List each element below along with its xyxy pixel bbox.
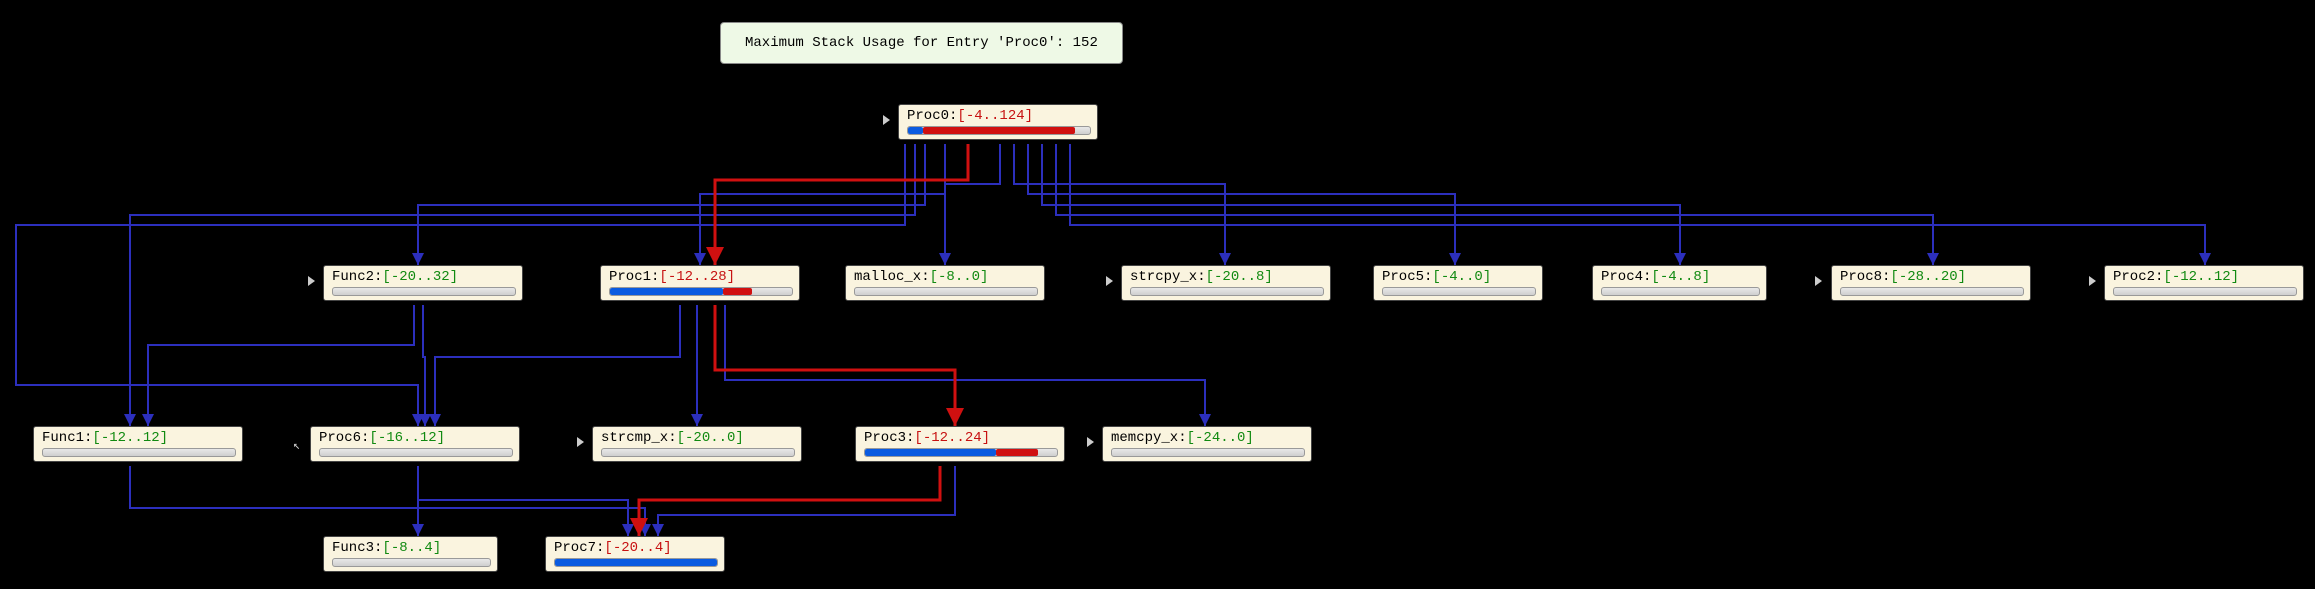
usage-bar bbox=[2113, 287, 2297, 296]
node-range: [-12..24] bbox=[914, 430, 990, 446]
node-label: Proc8: bbox=[1840, 269, 1890, 285]
node-range: [-12..12] bbox=[92, 430, 168, 446]
node-label: Proc0: bbox=[907, 108, 957, 124]
expand-triangle-icon[interactable] bbox=[1106, 276, 1113, 286]
node-label: malloc_x: bbox=[854, 269, 930, 285]
expand-triangle-icon[interactable] bbox=[2089, 276, 2096, 286]
node-func1[interactable]: Func1: [-12..12] bbox=[33, 426, 243, 462]
diagram-canvas: Maximum Stack Usage for Entry 'Proc0': 1… bbox=[0, 0, 2315, 589]
node-label: Proc3: bbox=[864, 430, 914, 446]
node-func3[interactable]: Func3: [-8..4] bbox=[323, 536, 498, 572]
node-range: [-4..0] bbox=[1432, 269, 1491, 285]
node-strcpy_x[interactable]: strcpy_x: [-20..8] bbox=[1121, 265, 1331, 301]
node-range: [-24..0] bbox=[1187, 430, 1254, 446]
node-label: strcmp_x: bbox=[601, 430, 677, 446]
node-proc4[interactable]: Proc4: [-4..8] bbox=[1592, 265, 1767, 301]
node-label: Func3: bbox=[332, 540, 382, 556]
node-proc0[interactable]: Proc0: [-4..124] bbox=[898, 104, 1098, 140]
usage-bar bbox=[907, 126, 1091, 135]
node-label: Proc2: bbox=[2113, 269, 2163, 285]
node-proc7[interactable]: Proc7: [-20..4] bbox=[545, 536, 725, 572]
node-proc3[interactable]: Proc3: [-12..24] bbox=[855, 426, 1065, 462]
node-func2[interactable]: Func2: [-20..32] bbox=[323, 265, 523, 301]
usage-bar bbox=[1130, 287, 1324, 296]
node-label: Proc7: bbox=[554, 540, 604, 556]
usage-bar bbox=[1840, 287, 2024, 296]
node-range: [-20..0] bbox=[677, 430, 744, 446]
cursor-icon: ↖ bbox=[293, 438, 300, 453]
node-range: [-16..12] bbox=[369, 430, 445, 446]
node-memcpy_x[interactable]: memcpy_x: [-24..0] bbox=[1102, 426, 1312, 462]
usage-bar bbox=[554, 558, 718, 567]
usage-bar bbox=[1111, 448, 1305, 457]
expand-triangle-icon[interactable] bbox=[577, 437, 584, 447]
node-label: Proc6: bbox=[319, 430, 369, 446]
node-label: Func1: bbox=[42, 430, 92, 446]
title-box: Maximum Stack Usage for Entry 'Proc0': 1… bbox=[720, 22, 1123, 64]
usage-bar bbox=[332, 558, 491, 567]
node-range: [-20..8] bbox=[1206, 269, 1273, 285]
title-text: Maximum Stack Usage for Entry 'Proc0': 1… bbox=[745, 35, 1098, 51]
node-range: [-20..4] bbox=[604, 540, 671, 556]
node-range: [-20..32] bbox=[382, 269, 458, 285]
node-proc6[interactable]: Proc6: [-16..12] bbox=[310, 426, 520, 462]
node-proc2[interactable]: Proc2: [-12..12] bbox=[2104, 265, 2304, 301]
node-label: Proc4: bbox=[1601, 269, 1651, 285]
node-malloc_x[interactable]: malloc_x: [-8..0] bbox=[845, 265, 1045, 301]
node-range: [-12..28] bbox=[659, 269, 735, 285]
usage-bar bbox=[609, 287, 793, 296]
node-proc1[interactable]: Proc1: [-12..28] bbox=[600, 265, 800, 301]
node-range: [-4..124] bbox=[957, 108, 1033, 124]
node-proc8[interactable]: Proc8: [-28..20] bbox=[1831, 265, 2031, 301]
node-range: [-4..8] bbox=[1651, 269, 1710, 285]
expand-triangle-icon[interactable] bbox=[1815, 276, 1822, 286]
usage-bar bbox=[319, 448, 513, 457]
node-range: [-8..0] bbox=[930, 269, 989, 285]
node-range: [-12..12] bbox=[2163, 269, 2239, 285]
node-strcmp_x[interactable]: strcmp_x: [-20..0] bbox=[592, 426, 802, 462]
expand-triangle-icon[interactable] bbox=[883, 115, 890, 125]
node-label: strcpy_x: bbox=[1130, 269, 1206, 285]
node-label: Func2: bbox=[332, 269, 382, 285]
usage-bar bbox=[601, 448, 795, 457]
node-proc5[interactable]: Proc5: [-4..0] bbox=[1373, 265, 1543, 301]
expand-triangle-icon[interactable] bbox=[308, 276, 315, 286]
node-label: Proc5: bbox=[1382, 269, 1432, 285]
usage-bar bbox=[42, 448, 236, 457]
usage-bar bbox=[864, 448, 1058, 457]
node-label: Proc1: bbox=[609, 269, 659, 285]
usage-bar bbox=[1601, 287, 1760, 296]
expand-triangle-icon[interactable] bbox=[1087, 437, 1094, 447]
usage-bar bbox=[854, 287, 1038, 296]
node-range: [-8..4] bbox=[382, 540, 441, 556]
usage-bar bbox=[332, 287, 516, 296]
node-label: memcpy_x: bbox=[1111, 430, 1187, 446]
usage-bar bbox=[1382, 287, 1536, 296]
node-range: [-28..20] bbox=[1890, 269, 1966, 285]
